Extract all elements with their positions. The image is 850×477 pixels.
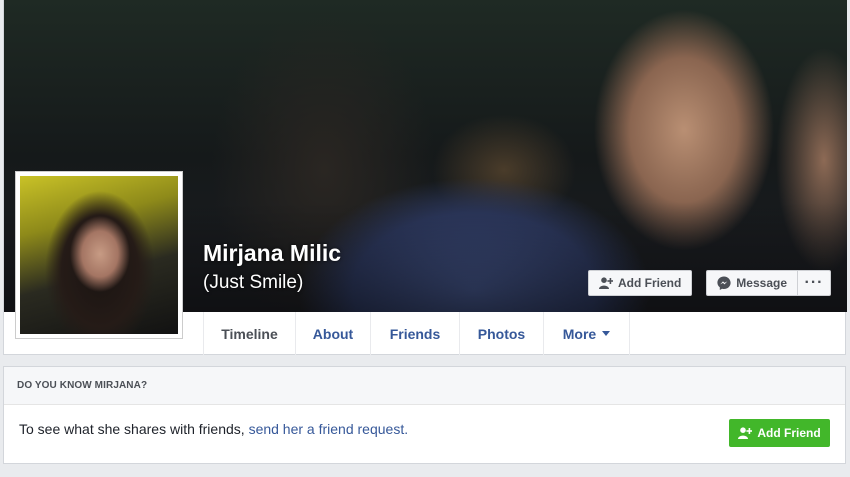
add-friend-icon: [738, 427, 753, 439]
profile-name[interactable]: Mirjana Milic: [203, 240, 341, 267]
do-you-know-box: DO YOU KNOW MIRJANA? To see what she sha…: [3, 366, 846, 464]
profile-tabs: Timeline About Friends Photos More: [203, 312, 630, 355]
tab-about[interactable]: About: [296, 312, 371, 355]
tab-more[interactable]: More: [544, 312, 630, 355]
profile-picture-image: [20, 176, 178, 334]
message-button[interactable]: Message: [706, 270, 797, 296]
add-friend-green-label: Add Friend: [757, 426, 821, 440]
more-options-button[interactable]: ···: [797, 270, 831, 296]
profile-alternate-name: (Just Smile): [203, 272, 304, 293]
add-friend-button[interactable]: Add Friend: [587, 270, 693, 296]
add-friend-icon: [598, 277, 613, 289]
profile-picture[interactable]: [15, 171, 183, 339]
send-friend-request-link[interactable]: send her a friend request.: [249, 421, 409, 437]
profile-actions: Add Friend Message ···: [587, 270, 831, 296]
messenger-icon: [717, 276, 731, 290]
add-friend-label: Add Friend: [617, 276, 682, 290]
caret-down-icon: [602, 331, 611, 336]
do-you-know-message: To see what she shares with friends,: [19, 421, 249, 437]
tab-timeline[interactable]: Timeline: [203, 312, 296, 355]
do-you-know-text: To see what she shares with friends, sen…: [19, 421, 408, 437]
add-friend-green-button[interactable]: Add Friend: [729, 419, 830, 447]
do-you-know-title: DO YOU KNOW MIRJANA?: [4, 367, 845, 405]
tab-photos[interactable]: Photos: [460, 312, 544, 355]
tab-friends[interactable]: Friends: [371, 312, 460, 355]
tab-more-label: More: [562, 325, 597, 342]
message-label: Message: [736, 276, 787, 290]
